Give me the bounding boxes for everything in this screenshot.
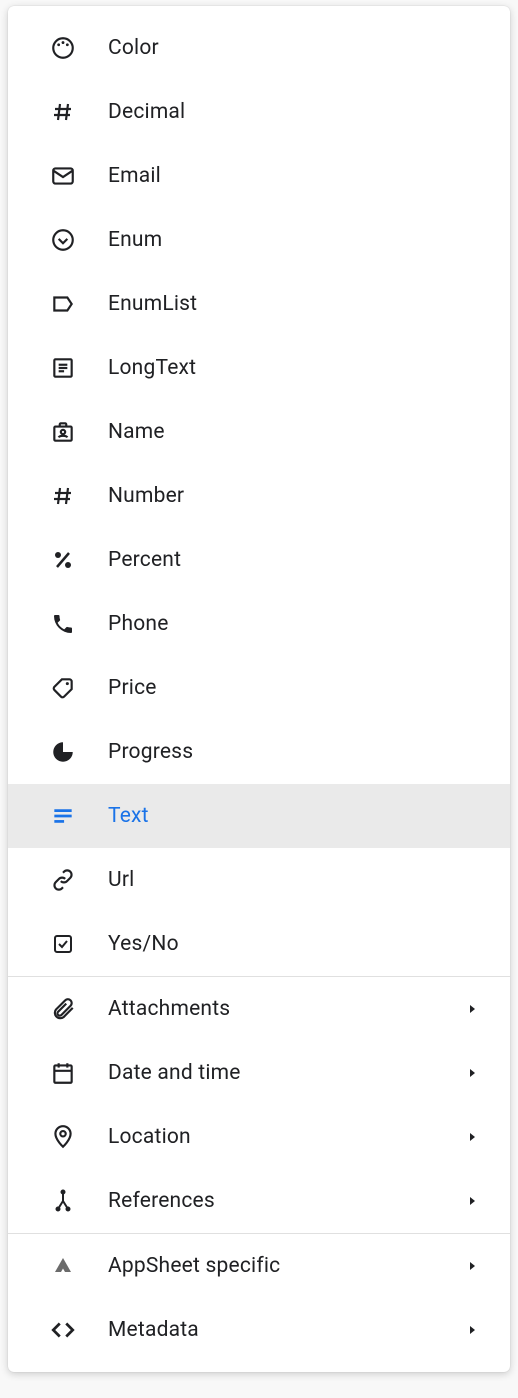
menu-item-attachments[interactable]: Attachments — [8, 977, 510, 1041]
attachment-icon — [48, 994, 78, 1024]
menu-item-phone[interactable]: Phone — [8, 592, 510, 656]
location-icon — [48, 1122, 78, 1152]
submenu-arrow-icon — [464, 1001, 480, 1017]
menu-item-longtext[interactable]: LongText — [8, 336, 510, 400]
mail-icon — [48, 161, 78, 191]
menu-item-datetime[interactable]: Date and time — [8, 1041, 510, 1105]
menu-item-url[interactable]: Url — [8, 848, 510, 912]
submenu-arrow-icon — [464, 1129, 480, 1145]
menu-item-text[interactable]: Text — [8, 784, 510, 848]
menu-item-number[interactable]: Number — [8, 464, 510, 528]
hash-icon — [48, 97, 78, 127]
enum-icon — [48, 225, 78, 255]
menu-item-email[interactable]: Email — [8, 144, 510, 208]
menu-item-label: Url — [108, 868, 492, 892]
type-menu: Color Decimal Email Enum EnumList LongText Nam… — [8, 6, 510, 1372]
menu-item-appsheet[interactable]: AppSheet specific — [8, 1234, 510, 1298]
menu-item-label: AppSheet specific — [108, 1254, 464, 1278]
submenu-arrow-icon — [464, 1193, 480, 1209]
menu-item-label: EnumList — [108, 292, 492, 316]
menu-item-progress[interactable]: Progress — [8, 720, 510, 784]
link-icon — [48, 865, 78, 895]
menu-item-label: Yes/No — [108, 932, 492, 956]
menu-item-label: Progress — [108, 740, 492, 764]
menu-item-yesno[interactable]: Yes/No — [8, 912, 510, 976]
menu-item-label: Email — [108, 164, 492, 188]
percent-icon — [48, 545, 78, 575]
menu-item-label: Percent — [108, 548, 492, 572]
menu-item-label: Date and time — [108, 1061, 464, 1085]
badge-icon — [48, 417, 78, 447]
merge-icon — [48, 1186, 78, 1216]
menu-item-references[interactable]: References — [8, 1169, 510, 1233]
phone-icon — [48, 609, 78, 639]
label-icon — [48, 289, 78, 319]
tag-icon — [48, 673, 78, 703]
submenu-arrow-icon — [464, 1258, 480, 1274]
menu-item-label: References — [108, 1189, 464, 1213]
menu-item-percent[interactable]: Percent — [8, 528, 510, 592]
menu-item-label: Attachments — [108, 997, 464, 1021]
menu-item-name[interactable]: Name — [8, 400, 510, 464]
menu-item-label: Name — [108, 420, 492, 444]
menu-item-label: Number — [108, 484, 492, 508]
menu-item-enum[interactable]: Enum — [8, 208, 510, 272]
menu-item-label: Phone — [108, 612, 492, 636]
hash-icon — [48, 481, 78, 511]
appsheet-icon — [48, 1251, 78, 1281]
menu-item-label: LongText — [108, 356, 492, 380]
menu-item-label: Price — [108, 676, 492, 700]
menu-item-label: Enum — [108, 228, 492, 252]
menu-item-metadata[interactable]: Metadata — [8, 1298, 510, 1362]
menu-item-enumlist[interactable]: EnumList — [8, 272, 510, 336]
menu-item-label: Metadata — [108, 1318, 464, 1342]
menu-item-label: Text — [108, 804, 492, 828]
menu-item-decimal[interactable]: Decimal — [8, 80, 510, 144]
submenu-arrow-icon — [464, 1065, 480, 1081]
text-icon — [48, 801, 78, 831]
code-icon — [48, 1315, 78, 1345]
menu-item-price[interactable]: Price — [8, 656, 510, 720]
calendar-icon — [48, 1058, 78, 1088]
menu-item-label: Color — [108, 36, 492, 60]
menu-item-location[interactable]: Location — [8, 1105, 510, 1169]
palette-icon — [48, 33, 78, 63]
longtext-icon — [48, 353, 78, 383]
checkbox-icon — [48, 929, 78, 959]
progress-icon — [48, 737, 78, 767]
menu-item-color[interactable]: Color — [8, 16, 510, 80]
submenu-arrow-icon — [464, 1322, 480, 1338]
menu-item-label: Decimal — [108, 100, 492, 124]
menu-item-label: Location — [108, 1125, 464, 1149]
